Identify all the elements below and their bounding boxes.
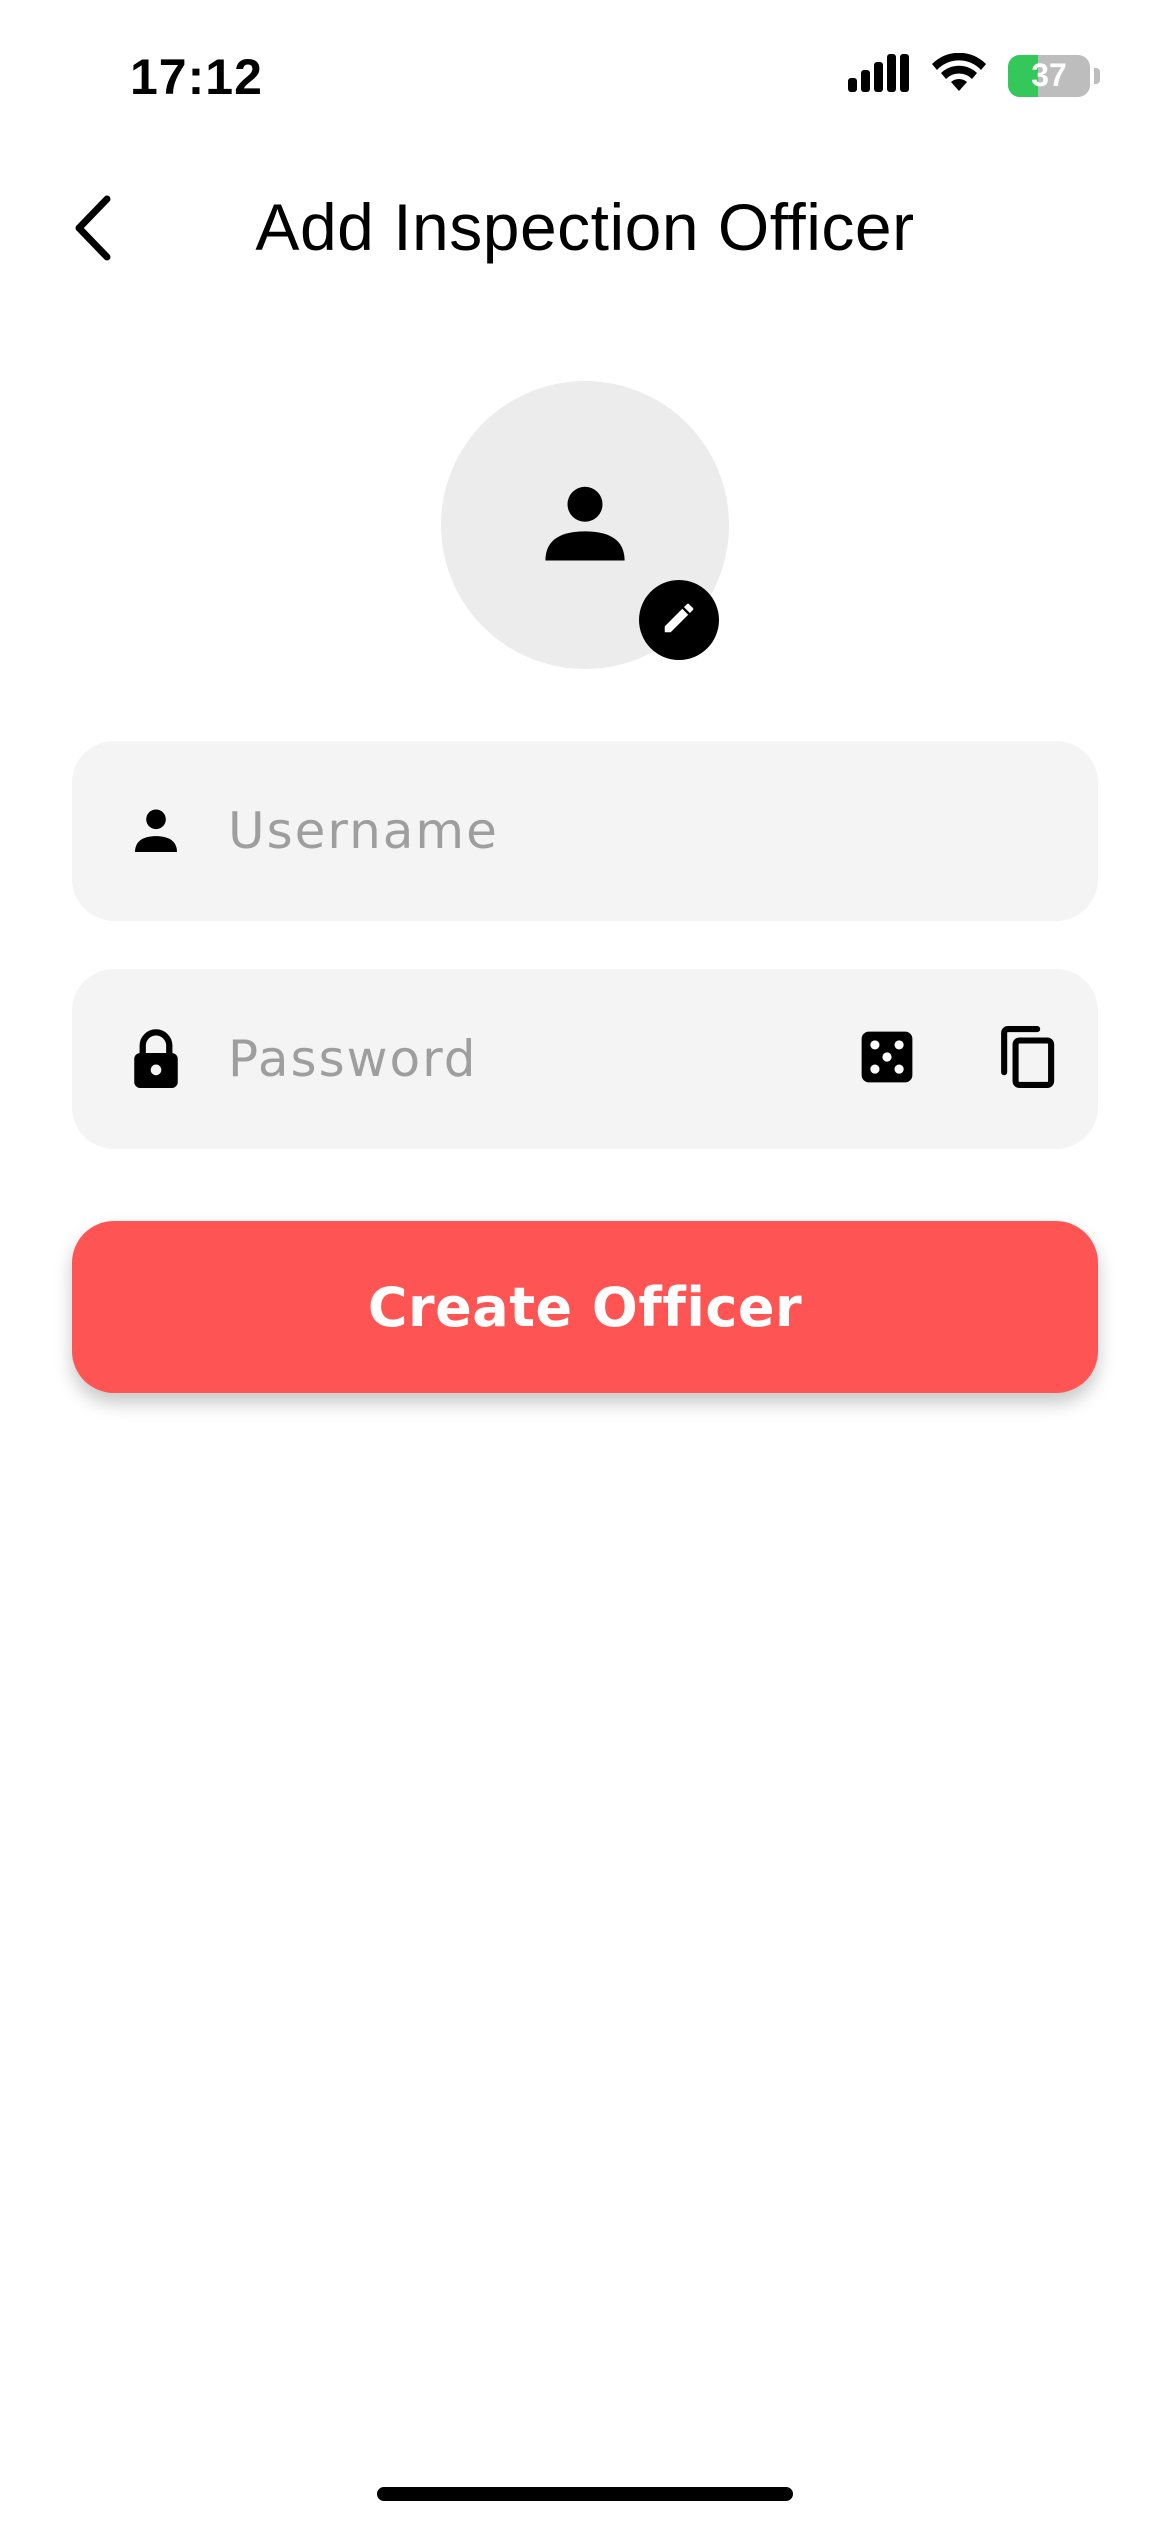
home-indicator <box>377 2487 793 2501</box>
pencil-icon <box>660 599 698 642</box>
generate-password-button[interactable] <box>847 1019 927 1099</box>
edit-avatar-button[interactable] <box>639 580 719 660</box>
username-input[interactable] <box>228 741 848 921</box>
person-icon <box>535 473 635 578</box>
status-bar: 17:12 37 <box>0 0 1170 150</box>
person-icon <box>116 791 196 871</box>
dice-icon <box>858 1028 916 1091</box>
battery-charging-icon: 37 <box>1008 54 1090 97</box>
create-officer-button[interactable]: Create Officer <box>72 1221 1098 1393</box>
status-icons: 37 <box>848 52 1100 99</box>
username-field <box>72 741 1098 921</box>
password-input[interactable] <box>228 969 748 1149</box>
header: Add Inspection Officer <box>0 175 1170 285</box>
wifi-icon <box>932 52 986 98</box>
copy-icon <box>996 1024 1058 1095</box>
status-time: 17:12 <box>130 49 263 105</box>
battery-cap <box>1094 67 1100 84</box>
cellular-signal-icon <box>848 52 910 99</box>
copy-password-button[interactable] <box>987 1019 1067 1099</box>
battery-level: 37 <box>1031 57 1067 93</box>
password-field <box>72 969 1098 1149</box>
lock-icon <box>116 1019 196 1099</box>
page-title: Add Inspection Officer <box>255 190 915 264</box>
